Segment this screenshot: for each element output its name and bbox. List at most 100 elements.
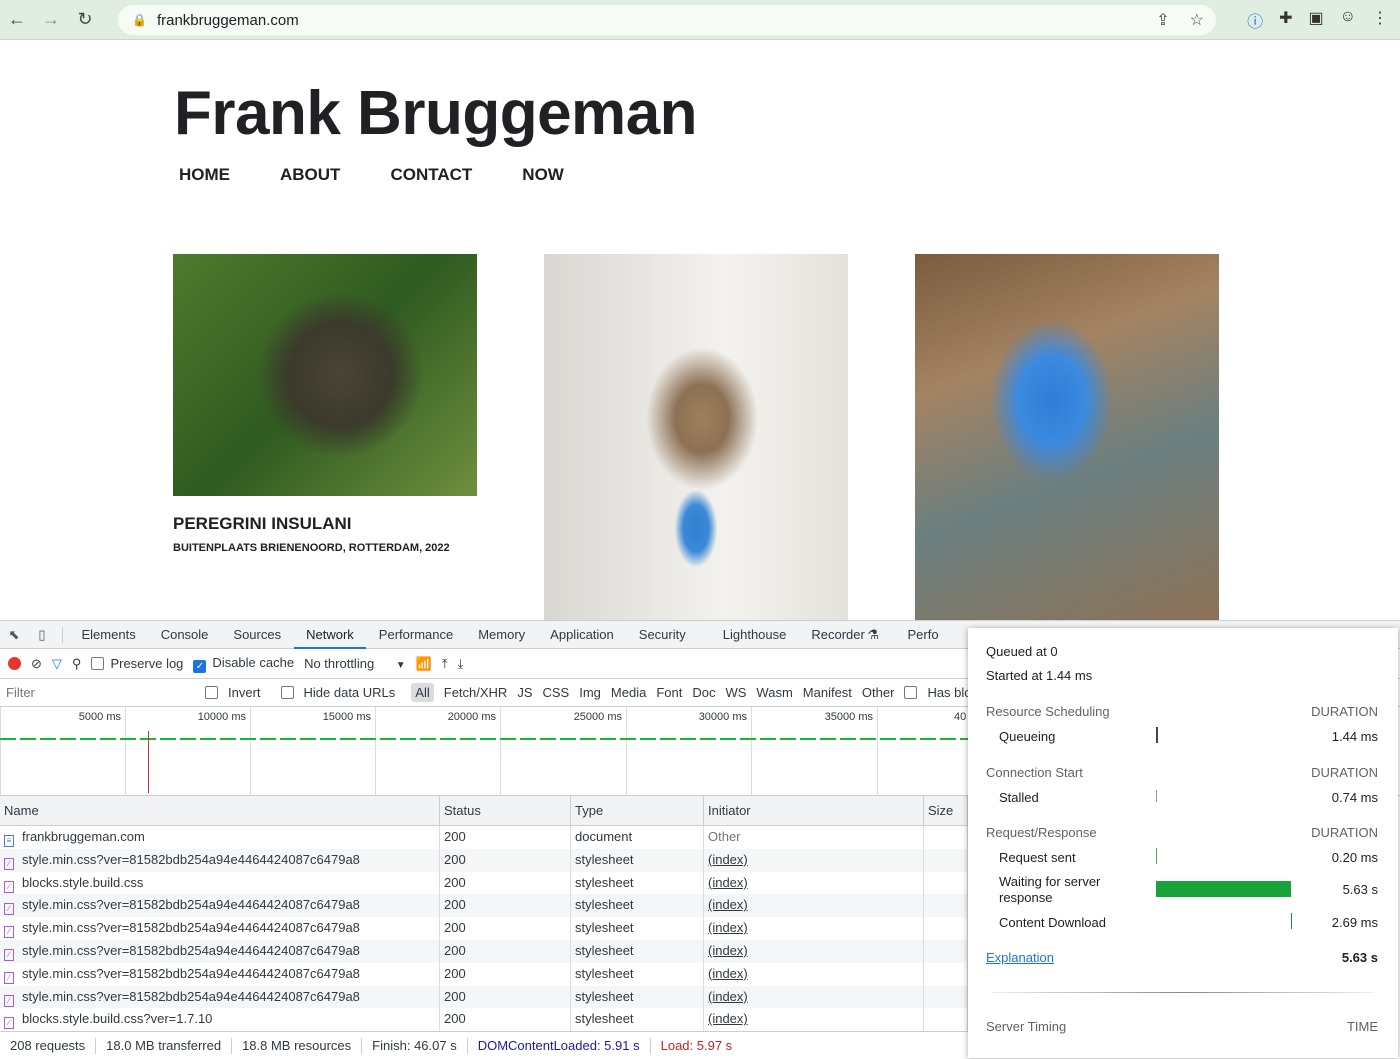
request-name[interactable]: ≡ frankbruggeman.com <box>0 826 440 849</box>
filter-img[interactable]: Img <box>579 685 601 700</box>
nav-contact[interactable]: CONTACT <box>390 165 472 185</box>
tab-lighthouse[interactable]: Lighthouse <box>710 621 799 649</box>
column-initiator[interactable]: Initiator <box>704 796 924 825</box>
filter-icon[interactable]: ▽ <box>52 656 62 672</box>
address-bar[interactable]: 🔒 frankbruggeman.com ⇪ ☆ <box>118 5 1216 35</box>
filter-doc[interactable]: Doc <box>692 685 715 700</box>
password-manager-icon[interactable]: ⓘ <box>1247 8 1263 32</box>
site-title[interactable]: Frank Bruggeman <box>174 78 698 149</box>
avatar[interactable]: ☺ <box>1340 8 1356 32</box>
tab-performance[interactable]: Performance <box>366 621 465 649</box>
document-icon: ≡ <box>4 835 14 847</box>
filter-css[interactable]: CSS <box>543 685 570 700</box>
filter-media[interactable]: Media <box>611 685 646 700</box>
clear-icon[interactable]: ⊘ <box>31 656 42 672</box>
tab-application[interactable]: Application <box>538 621 627 649</box>
column-name[interactable]: Name <box>0 796 440 825</box>
back-icon[interactable]: ← <box>0 9 34 30</box>
request-initiator[interactable]: (index) <box>704 962 924 986</box>
request-initiator[interactable]: (index) <box>704 894 924 918</box>
tab-security[interactable]: Security <box>626 621 698 649</box>
request-name[interactable]: ∕ style.min.css?ver=81582bdb254a94e446442… <box>0 985 440 1009</box>
filter-all[interactable]: All <box>411 683 434 702</box>
overview-tick: 15000 ms <box>250 707 375 796</box>
disable-cache-checkbox[interactable]: ✓ Disable cache <box>193 655 294 673</box>
stalled-bar <box>1156 790 1157 802</box>
throttling-select[interactable]: No throttling ▼ <box>304 656 406 671</box>
table-row[interactable]: ∕ style.min.css?ver=81582bdb254a94e446442… <box>0 848 968 872</box>
request-initiator[interactable]: (index) <box>704 985 924 1009</box>
project-image-gloves[interactable] <box>173 254 477 496</box>
device-toolbar-icon[interactable]: ▯ <box>28 627 56 643</box>
tab-performance-insights[interactable]: Perfo <box>895 621 951 649</box>
menu-icon[interactable]: ⋮ <box>1372 8 1388 32</box>
finish-time: Finish: 46.07 s <box>362 1037 468 1054</box>
nav-home[interactable]: HOME <box>179 165 230 185</box>
request-initiator[interactable]: (index) <box>704 917 924 940</box>
nav-now[interactable]: NOW <box>522 165 564 185</box>
request-name[interactable]: ∕ style.min.css?ver=81582bdb254a94e446442… <box>0 894 440 918</box>
request-name[interactable]: ∕ blocks.style.build.css?ver=1.7.10 <box>0 1008 440 1032</box>
column-status[interactable]: Status <box>440 796 571 825</box>
request-name[interactable]: ∕ blocks.style.build.css <box>0 871 440 895</box>
project-subtitle: BUITENPLAATS BRIENENOORD, ROTTERDAM, 202… <box>173 542 450 554</box>
table-row[interactable]: ∕ style.min.css?ver=81582bdb254a94e446442… <box>0 894 968 918</box>
request-name[interactable]: ∕ style.min.css?ver=81582bdb254a94e446442… <box>0 939 440 963</box>
tab-console[interactable]: Console <box>148 621 221 649</box>
project-title[interactable]: PEREGRINI INSULANI <box>173 514 352 534</box>
preserve-log-checkbox[interactable]: Preserve log <box>91 656 183 671</box>
filter-other[interactable]: Other <box>862 685 895 700</box>
request-initiator[interactable]: (index) <box>704 1008 924 1032</box>
request-name[interactable]: ∕ style.min.css?ver=81582bdb254a94e446442… <box>0 917 440 940</box>
filter-ws[interactable]: WS <box>725 685 746 700</box>
table-row[interactable]: ∕ style.min.css?ver=81582bdb254a94e446442… <box>0 985 968 1009</box>
column-type[interactable]: Type <box>571 796 704 825</box>
filter-wasm[interactable]: Wasm <box>756 685 792 700</box>
request-initiator[interactable]: (index) <box>704 939 924 963</box>
record-icon[interactable] <box>8 657 21 670</box>
network-conditions-icon[interactable]: 📶 <box>416 656 432 672</box>
request-name[interactable]: ∕ style.min.css?ver=81582bdb254a94e446442… <box>0 848 440 872</box>
invert-checkbox[interactable]: Invert <box>205 685 271 700</box>
section-title: Connection Start <box>986 765 1083 780</box>
filter-font[interactable]: Font <box>656 685 682 700</box>
import-har-icon[interactable]: ⤒ <box>442 656 448 672</box>
filter-fetch-xhr[interactable]: Fetch/XHR <box>444 685 508 700</box>
request-name[interactable]: ∕ style.min.css?ver=81582bdb254a94e446442… <box>0 962 440 986</box>
hide-data-urls-checkbox[interactable]: Hide data URLs <box>280 685 406 700</box>
table-row[interactable]: ∕ blocks.style.build.css 200 stylesheet (… <box>0 871 968 895</box>
export-har-icon[interactable]: ⤓ <box>458 656 464 672</box>
project-image-roots[interactable] <box>915 254 1219 620</box>
table-row[interactable]: ≡ frankbruggeman.com 200 document Other <box>0 826 968 849</box>
request-size <box>924 826 968 849</box>
search-icon[interactable]: ⚲ <box>72 656 82 672</box>
tab-sources[interactable]: Sources <box>221 621 294 649</box>
share-icon[interactable]: ⇪ <box>1156 10 1169 30</box>
table-row[interactable]: ∕ style.min.css?ver=81582bdb254a94e446442… <box>0 962 968 986</box>
table-row[interactable]: ∕ blocks.style.build.css?ver=1.7.10 200 s… <box>0 1008 968 1032</box>
table-row[interactable]: ∕ style.min.css?ver=81582bdb254a94e446442… <box>0 917 968 940</box>
table-row[interactable]: ∕ style.min.css?ver=81582bdb254a94e446442… <box>0 939 968 963</box>
tab-recorder[interactable]: Recorder <box>799 621 877 649</box>
side-panel-icon[interactable]: ▣ <box>1309 8 1324 32</box>
nav-about[interactable]: ABOUT <box>280 165 340 185</box>
column-size[interactable]: Size <box>924 796 968 825</box>
filter-js[interactable]: JS <box>517 685 532 700</box>
filter-input[interactable]: Filter <box>0 685 180 700</box>
tab-memory[interactable]: Memory <box>466 621 538 649</box>
duration-header: DURATION <box>1311 704 1378 719</box>
project-image-vase[interactable] <box>544 254 848 620</box>
tab-elements[interactable]: Elements <box>69 621 148 649</box>
waiting-bar <box>1156 881 1291 897</box>
filter-manifest[interactable]: Manifest <box>803 685 852 700</box>
bookmark-star-icon[interactable]: ☆ <box>1190 10 1204 30</box>
forward-icon[interactable]: → <box>34 9 68 30</box>
request-initiator[interactable]: (index) <box>704 848 924 872</box>
inspect-element-icon[interactable]: ⬉ <box>0 627 28 643</box>
explanation-link[interactable]: Explanation <box>986 950 1054 965</box>
request-initiator[interactable]: (index) <box>704 871 924 895</box>
reload-icon[interactable]: ↻ <box>68 9 102 30</box>
overview-tick: 20000 ms <box>375 707 500 796</box>
extensions-icon[interactable]: ✚ <box>1279 8 1292 32</box>
tab-network[interactable]: Network <box>293 621 367 649</box>
